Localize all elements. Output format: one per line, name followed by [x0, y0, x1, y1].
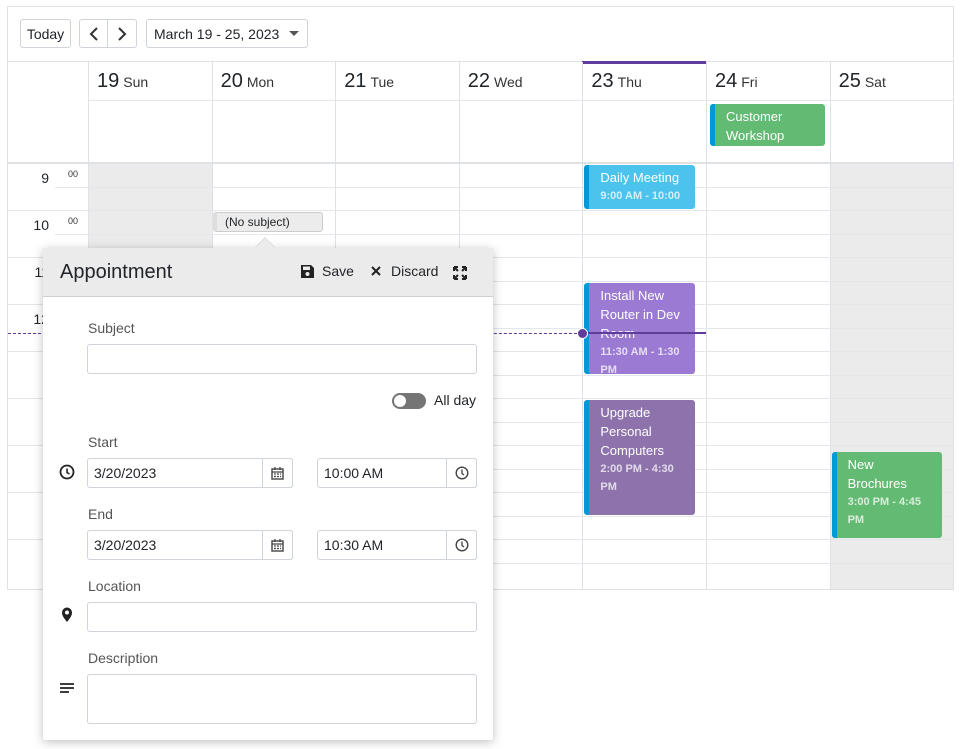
description-label: Description [88, 650, 159, 666]
day-number: 25 [838, 70, 861, 92]
event-time: 11:30 AM - 1:30 PM [600, 345, 680, 374]
day-name: Fri [741, 74, 758, 90]
clock-icon [454, 466, 469, 480]
calendar-icon [271, 466, 284, 480]
day-header[interactable]: 22 Wed [459, 62, 583, 100]
expand-icon[interactable] [453, 266, 467, 280]
today-label: Today [26, 25, 65, 42]
start-time-button[interactable] [446, 458, 477, 488]
appointment[interactable]: Daily Meeting 9:00 AM - 10:00 AM [584, 165, 695, 209]
start-date-input[interactable]: 3/20/2023 [87, 458, 293, 488]
clock-icon [59, 464, 75, 480]
day-header[interactable]: 20 Mon [212, 62, 336, 100]
day-number: 20 [220, 70, 243, 92]
event-title: Customer Workshop [726, 109, 785, 143]
start-date-value: 3/20/2023 [94, 465, 157, 481]
caret-down-icon [289, 30, 300, 36]
clock-icon [454, 538, 469, 552]
chevron-right-icon [118, 26, 127, 41]
day-name: Tue [370, 74, 395, 90]
discard-button[interactable]: Discard [370, 263, 438, 279]
start-calendar-button[interactable] [262, 458, 293, 488]
description-lines-icon [60, 683, 74, 693]
day-name: Wed [494, 74, 523, 90]
day-header[interactable]: 19 Sun [88, 62, 212, 100]
day-name: Mon [246, 74, 275, 90]
end-time-input[interactable]: 10:30 AM [317, 530, 477, 560]
popup-title: Appointment [60, 261, 173, 283]
start-label: Start [88, 434, 118, 450]
popup-header: Appointment Save Discard [43, 248, 493, 297]
end-label: End [88, 506, 113, 522]
subject-label: Subject [88, 320, 135, 336]
minute-label: 00 [68, 169, 79, 179]
event-time: 2:00 PM - 4:30 PM [600, 463, 674, 493]
end-time-value: 10:30 AM [324, 537, 384, 553]
event-title: Upgrade Personal Computers [600, 405, 664, 458]
hour-label: 9 [41, 170, 49, 186]
description-textarea[interactable] [87, 674, 477, 724]
calendar-icon [271, 538, 284, 552]
day-name: Sun [123, 74, 149, 90]
save-button[interactable]: Save [300, 263, 354, 279]
appointment[interactable]: Install New Router in Dev Room 11:30 AM -… [584, 282, 695, 374]
end-calendar-button[interactable] [262, 530, 293, 560]
location-input[interactable] [87, 602, 477, 632]
end-time-button[interactable] [446, 530, 477, 560]
appointment-popup: Appointment Save Discard Subject All day… [43, 237, 493, 740]
start-time-input[interactable]: 10:00 AM [317, 458, 477, 488]
close-icon [371, 266, 381, 276]
location-pin-icon [62, 607, 72, 622]
today-button[interactable]: Today [20, 19, 71, 48]
event-title: New Brochures [847, 456, 907, 491]
draft-title: (No subject) [225, 215, 290, 229]
day-number: 21 [344, 70, 367, 92]
day-number: 24 [715, 70, 738, 92]
save-label: Save [322, 263, 354, 279]
day-header[interactable]: 24 Fri [706, 62, 830, 100]
day-header[interactable]: 21 Tue [335, 62, 459, 100]
all-day-event[interactable]: Customer Workshop [710, 104, 825, 146]
event-title: Daily Meeting [600, 170, 680, 185]
end-date-value: 3/20/2023 [94, 537, 157, 553]
day-number: 22 [467, 70, 491, 92]
event-time: 3:00 PM - 4:45 PM [847, 495, 921, 526]
today-indicator [582, 61, 706, 64]
day-number: 19 [97, 70, 120, 92]
start-time-value: 10:00 AM [324, 465, 384, 481]
date-range-dropdown[interactable]: March 19 - 25, 2023 [146, 19, 308, 48]
appointment[interactable]: New Brochures 3:00 PM - 4:45 PM [831, 451, 943, 538]
day-header[interactable]: 25 Sat [830, 62, 954, 100]
location-label: Location [88, 578, 141, 594]
current-time-line [582, 332, 706, 335]
next-button[interactable] [107, 19, 137, 48]
chevron-left-icon [89, 26, 98, 41]
save-icon [301, 264, 314, 278]
minute-label: 00 [68, 216, 79, 226]
day-header[interactable]: 23 Thu [582, 62, 706, 100]
date-range-label: March 19 - 25, 2023 [154, 25, 280, 42]
event-time: 9:00 AM - 10:00 AM [600, 190, 681, 209]
previous-button[interactable] [79, 19, 108, 48]
all-day-label: All day [434, 392, 477, 408]
day-name: Sat [864, 74, 886, 90]
day-number: 23 [591, 70, 614, 92]
appointment[interactable]: Upgrade Personal Computers 2:00 PM - 4:30… [584, 400, 695, 515]
day-name: Thu [617, 74, 642, 90]
all-day-toggle[interactable] [392, 393, 426, 409]
subject-input[interactable] [87, 344, 477, 374]
draft-appointment[interactable]: (No subject) [213, 212, 323, 232]
discard-label: Discard [391, 263, 439, 279]
end-date-input[interactable]: 3/20/2023 [87, 530, 293, 560]
hour-label: 10 [33, 217, 49, 233]
